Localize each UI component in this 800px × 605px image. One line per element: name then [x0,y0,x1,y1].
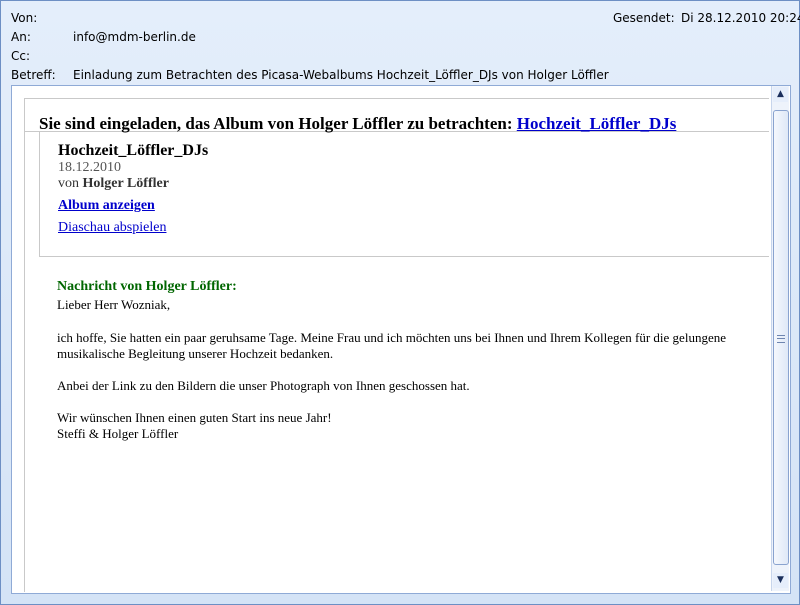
message-greeting: Lieber Herr Wozniak, [57,297,171,312]
message-heading: Nachricht von Holger Löffler: [57,279,237,294]
scroll-grip-icon [777,335,785,343]
to-label: An: [11,30,31,44]
message-body: Sie sind eingeladen, das Album von Holge… [11,85,791,594]
cc-label: Cc: [11,49,31,63]
view-album-link[interactable]: Album anzeigen [58,198,155,214]
message-para2: Anbei der Link zu den Bildern die unser … [57,378,470,393]
sent-label: Gesendet: [613,11,675,25]
message-signature: Steffi & Holger Löffler [57,426,179,441]
album-link-heading[interactable]: Hochzeit_Löffler_DJs [517,114,677,133]
album-owner-name: Holger Löffler [82,176,169,191]
invite-banner: Sie sind eingeladen, das Album von Holge… [25,98,769,134]
album-card: Hochzeit_Löffler_DJs 18.12.2010 von Holg… [39,132,769,257]
album-date: 18.12.2010 [58,160,121,175]
from-label: Von: [11,11,38,25]
subject-label: Betreff: [11,68,56,82]
scroll-up-arrow-icon[interactable]: ▲ [773,87,788,102]
scroll-thumb[interactable] [773,110,789,565]
scroll-down-arrow-icon[interactable]: ▼ [773,573,788,588]
message-para1-line2: musikalische Begleitung unserer Hochzeit… [57,346,334,361]
message-window: Von: Gesendet: Di 28.12.2010 20:24 An: i… [0,0,800,605]
to-value[interactable]: info@mdm-berlin.de [73,30,196,44]
album-owner-prefix: von [58,176,83,191]
album-title: Hochzeit_Löffler_DJs [58,142,209,159]
vertical-scrollbar[interactable]: ▲ ▼ [771,86,789,591]
invite-text: Sie sind eingeladen, das Album von Holge… [39,114,517,133]
subject-value: Einladung zum Betrachten des Picasa-Weba… [73,68,609,82]
message-para1-line1: ich hoffe, Sie hatten ein paar geruhsame… [57,330,726,345]
album-owner: von Holger Löffler [58,176,169,192]
picasa-invitation: Sie sind eingeladen, das Album von Holge… [24,98,769,592]
invite-heading: Sie sind eingeladen, das Album von Holge… [39,114,676,134]
slideshow-link[interactable]: Diaschau abspielen [58,220,166,236]
message-para3: Wir wünschen Ihnen einen guten Start ins… [57,410,332,425]
sent-value: Di 28.12.2010 20:24 [681,11,800,25]
